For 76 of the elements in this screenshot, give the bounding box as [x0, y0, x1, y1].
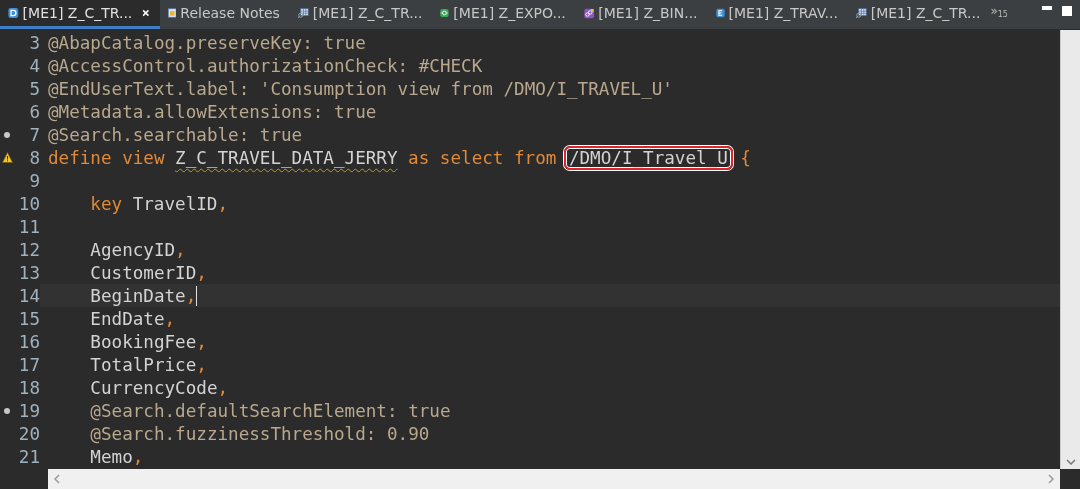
editor-tab[interactable]: [ME1] Z_TRAV...: [707, 0, 848, 29]
code-line: @Search.fuzzinessThreshold: 0.90: [90, 423, 430, 444]
line-number: 12: [17, 239, 40, 260]
close-icon[interactable]: [142, 8, 150, 18]
punctuation: {: [740, 147, 751, 168]
entity-icon: [715, 6, 725, 20]
identifier: /DMO/I_Travel_U: [563, 145, 733, 170]
line-number: 21: [17, 446, 40, 467]
notes-icon: [167, 6, 177, 20]
punctuation: ,: [196, 354, 207, 375]
code-line: @AbapCatalog.preserveKey: true: [48, 32, 366, 53]
editor-tab[interactable]: [ME1] Z_C_TR...: [0, 0, 160, 29]
line-number: 16: [17, 331, 40, 352]
line-number: 18: [17, 377, 40, 398]
bullet-icon: [4, 131, 10, 138]
code-line: @EndUserText.label: 'Consumption view from /DMO/I_TRAVEL_U': [48, 78, 673, 99]
identifier: EndDate: [90, 308, 165, 329]
punctuation: ,: [164, 308, 176, 329]
identifier: TravelID: [132, 193, 218, 214]
punctuation: ,: [132, 446, 144, 467]
minimize-icon[interactable]: [1041, 6, 1052, 10]
table-icon: [855, 5, 867, 21]
keyword: as select from: [408, 147, 557, 168]
identifier: BeginDate: [90, 285, 186, 306]
identifier: AgencyID: [90, 239, 176, 260]
maximize-icon[interactable]: [1061, 6, 1072, 16]
line-number: 15: [17, 308, 40, 329]
punctuation: ,: [196, 331, 207, 352]
punctuation: ,: [185, 285, 197, 306]
line-number: 19: [17, 400, 40, 421]
editor-tab[interactable]: [ME1] Z_EXPO...: [432, 0, 576, 29]
identifier: CustomerID: [90, 262, 197, 283]
code-line: @AccessControl.authorizationCheck: #CHECK: [48, 55, 483, 76]
punctuation: ,: [217, 193, 229, 214]
line-number: 13: [17, 262, 40, 283]
punctuation: ,: [196, 262, 207, 283]
line-number: 6: [28, 101, 40, 122]
editor-tab[interactable]: [ME1] Z_C_TR...: [847, 0, 991, 29]
line-number: 17: [17, 354, 40, 375]
punctuation: ,: [217, 377, 229, 398]
horizontal-scrollbar[interactable]: [48, 469, 1060, 489]
identifier: CurrencyCode: [90, 377, 218, 398]
line-number: 10: [17, 193, 40, 214]
text-cursor: [196, 285, 198, 306]
line-number: 5: [28, 78, 40, 99]
keyword: define view: [48, 147, 165, 168]
line-number: 3: [28, 32, 40, 53]
punctuation: ,: [175, 239, 186, 260]
chevron-right-icon[interactable]: [1048, 474, 1054, 484]
identifier: Z_C_TRAVEL_DATA_JERRY: [175, 147, 398, 168]
table-icon: [297, 5, 309, 21]
identifier: BookingFee: [90, 331, 197, 352]
editor-tab[interactable]: [ME1] Z_C_TR...: [289, 0, 433, 29]
line-number: 9: [28, 170, 40, 191]
code-line: @Search.defaultSearchElement: true: [90, 400, 451, 421]
chevron-down-icon[interactable]: [1065, 459, 1076, 465]
line-number: 20: [17, 423, 40, 444]
chevron-left-icon[interactable]: [54, 474, 60, 484]
overflow-count: 15: [997, 10, 1008, 19]
document-icon: [8, 6, 19, 20]
service-icon: [440, 6, 450, 20]
vertical-scrollbar[interactable]: [1060, 30, 1080, 469]
keyword: key: [90, 193, 123, 214]
line-number: 7: [28, 124, 40, 145]
line-number: 14: [17, 285, 40, 306]
identifier: Memo: [90, 446, 133, 467]
editor-tab[interactable]: [ME1] Z_BIN...: [575, 0, 708, 29]
line-number: 8: [28, 147, 40, 168]
line-number: 11: [17, 216, 40, 237]
bullet-icon: [4, 407, 10, 414]
identifier: TotalPrice: [90, 354, 197, 375]
line-number: 4: [28, 55, 40, 76]
code-line: @Search.searchable: true: [48, 124, 303, 145]
editor-tab[interactable]: Release Notes: [159, 0, 290, 29]
overflow-symbol[interactable]: »: [990, 4, 998, 18]
code-line: @Metadata.allowExtensions: true: [48, 101, 377, 122]
